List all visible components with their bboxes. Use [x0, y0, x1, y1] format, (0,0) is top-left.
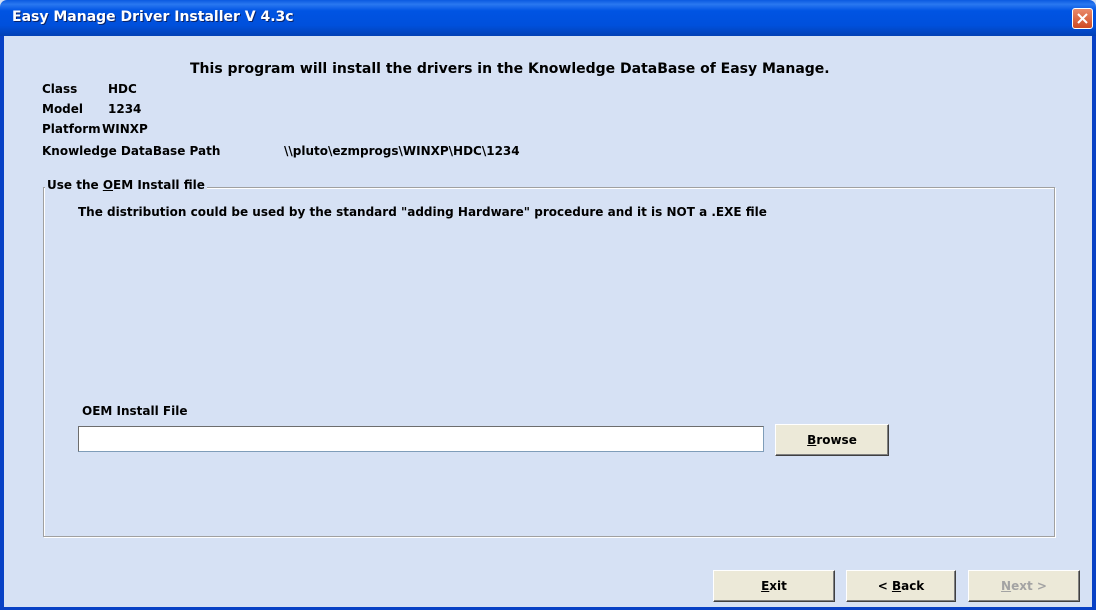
back-label: ack: [901, 579, 925, 593]
window-border-left: [0, 36, 4, 610]
path-value: \\pluto\ezmprogs\WINXP\HDC\1234: [284, 144, 520, 158]
oem-group-legend: Use the OEM Install file: [45, 178, 207, 192]
browse-label: rowse: [816, 433, 857, 447]
model-value: 1234: [108, 102, 142, 116]
exit-button[interactable]: Exit: [713, 570, 835, 602]
class-row: Class HDC: [42, 82, 137, 96]
back-button[interactable]: < Back: [846, 570, 956, 602]
exit-label: xit: [769, 579, 787, 593]
next-label: ext >: [1011, 579, 1047, 593]
oem-file-input[interactable]: [78, 426, 764, 452]
legend-mnemonic: O: [102, 178, 114, 192]
path-row: Knowledge DataBase Path \\pluto\ezmprogs…: [42, 144, 520, 158]
next-mnemonic: N: [1001, 579, 1012, 593]
model-label: Model: [42, 102, 84, 116]
intro-heading: This program will install the drivers in…: [190, 61, 830, 77]
browse-button[interactable]: Browse: [775, 424, 889, 456]
back-prefix: <: [877, 579, 892, 593]
platform-row: Platform WINXP: [42, 122, 148, 136]
platform-value: WINXP: [102, 122, 148, 136]
oem-description: The distribution could be used by the st…: [78, 205, 767, 219]
class-value: HDC: [108, 82, 137, 96]
next-button[interactable]: Next >: [968, 570, 1080, 602]
oem-install-group: [43, 187, 1055, 537]
oem-file-label: OEM Install File: [82, 404, 188, 418]
legend-text-pre: Use the: [47, 178, 103, 192]
model-row: Model 1234: [42, 102, 141, 116]
path-label: Knowledge DataBase Path: [42, 144, 221, 158]
window-border-right: [1092, 36, 1096, 610]
close-button[interactable]: [1072, 8, 1093, 29]
class-label: Class: [42, 82, 78, 96]
back-mnemonic: B: [891, 579, 902, 593]
installer-window: Easy Manage Driver Installer V 4.3c This…: [0, 0, 1096, 610]
close-icon: [1077, 13, 1088, 24]
legend-text-post: EM Install file: [113, 178, 205, 192]
browse-mnemonic: B: [807, 433, 817, 447]
title-bar[interactable]: Easy Manage Driver Installer V 4.3c: [0, 0, 1096, 36]
window-title: Easy Manage Driver Installer V 4.3c: [12, 9, 294, 25]
platform-label: Platform: [42, 122, 101, 136]
